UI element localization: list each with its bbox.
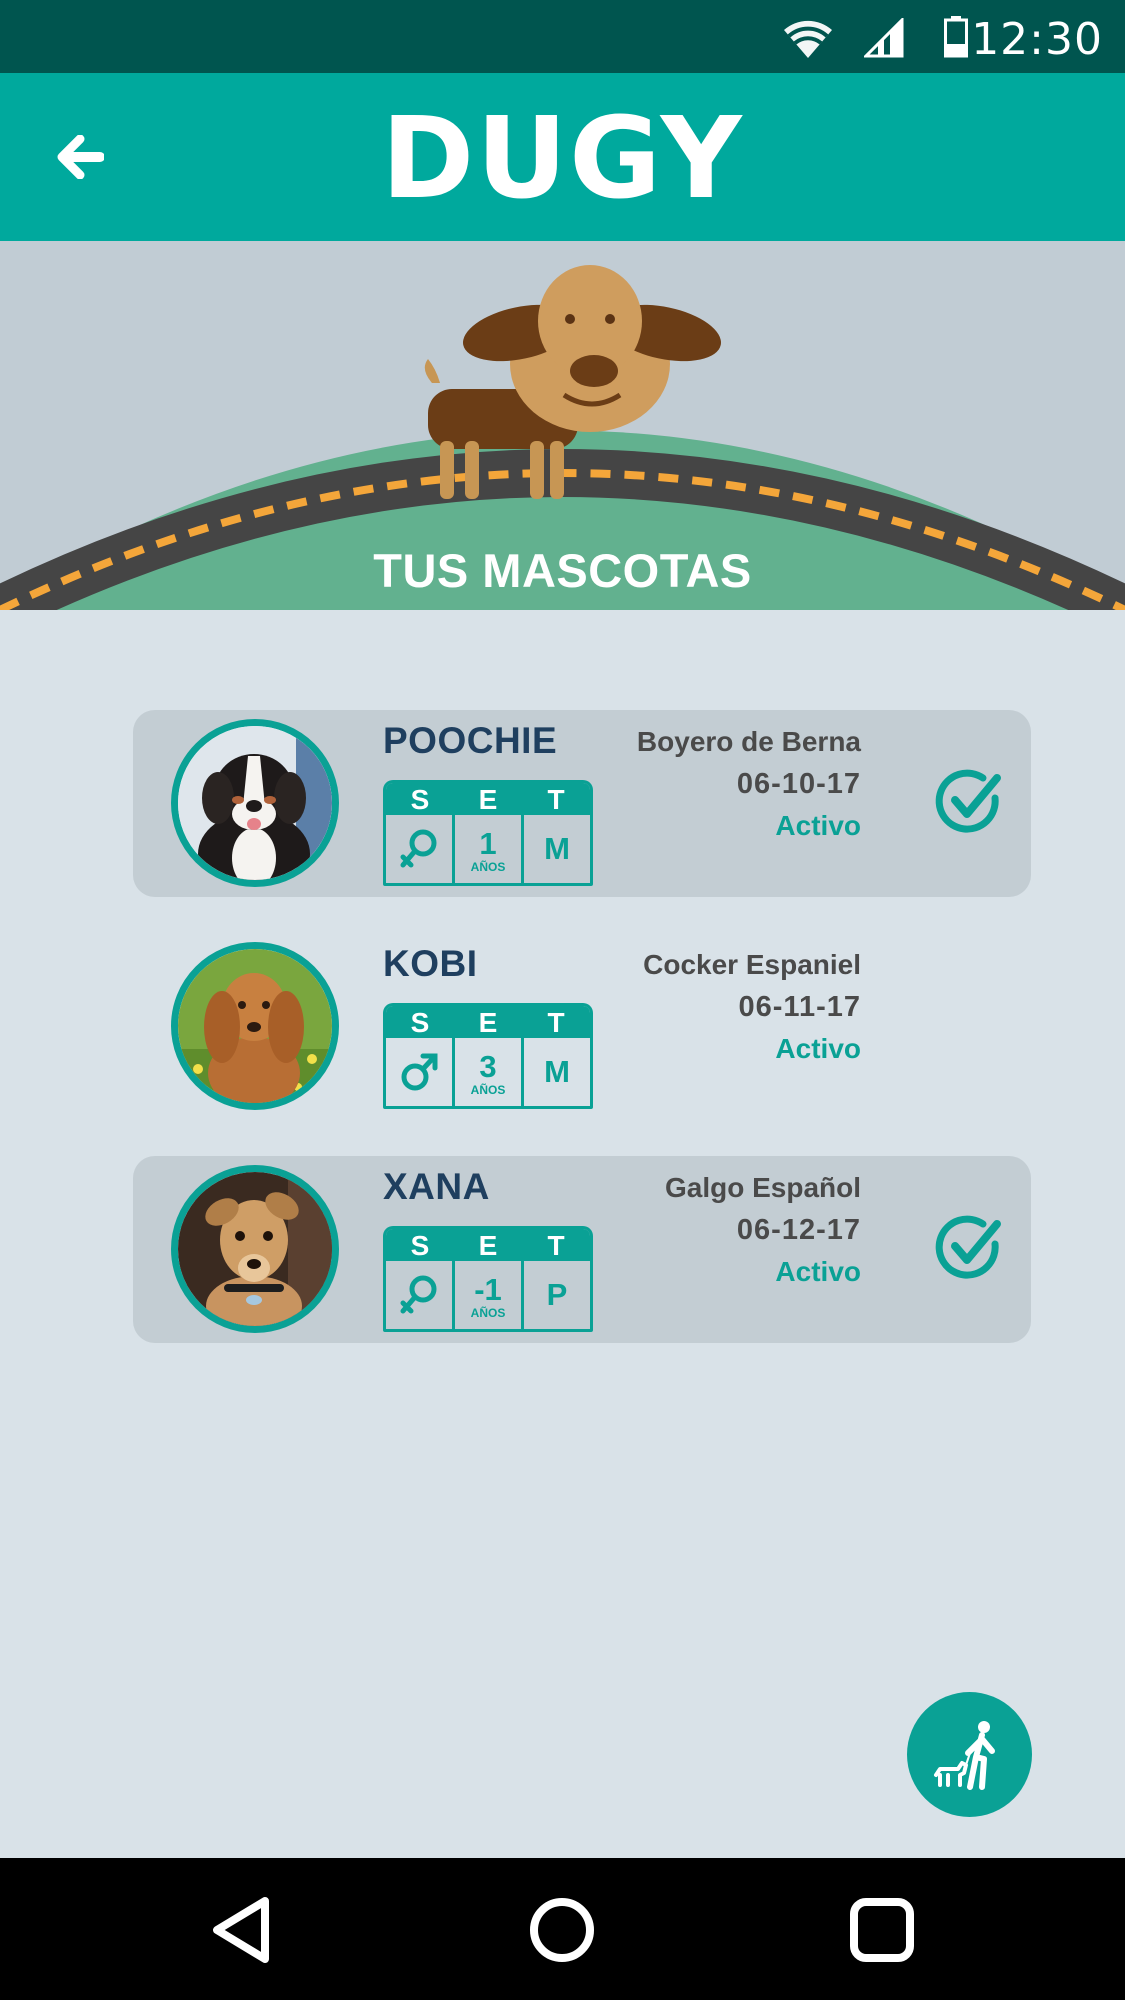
nav-recents-button[interactable]: [840, 1888, 924, 1972]
battery-icon: [944, 16, 968, 58]
status-bar: 12:30: [0, 0, 1125, 73]
pet-size: P: [546, 1277, 568, 1312]
pet-card-poochie[interactable]: POOCHIE S E T 1 AÑOS M Boyero de Berna 0…: [133, 710, 1031, 897]
pet-date: 06-12-17: [736, 1214, 861, 1246]
hero-banner: TUS MASCOTAS: [0, 241, 1125, 610]
pet-status: Activo: [775, 810, 861, 841]
nav-back-icon: [213, 1897, 269, 1963]
pet-breed: Boyero de Berna: [636, 726, 861, 757]
nav-back-button[interactable]: [200, 1888, 284, 1972]
pet-age: 1: [479, 826, 497, 861]
check-circle-icon: [935, 1215, 1001, 1279]
stats-header: S E T: [386, 1229, 590, 1261]
sex-cell: [386, 1038, 455, 1106]
stats-header-s: S: [410, 784, 430, 815]
stats-header-e: E: [478, 1007, 498, 1038]
stats-header-t: T: [547, 784, 565, 815]
stats-header-t: T: [547, 1230, 565, 1261]
age-unit: AÑOS: [470, 1306, 506, 1320]
stats-header: S E T: [386, 1006, 590, 1038]
system-nav-bar: [0, 1858, 1125, 2000]
stats-header-t: T: [547, 1007, 565, 1038]
age-cell: 3 AÑOS: [455, 1038, 524, 1106]
size-cell: P: [524, 1261, 590, 1329]
section-title: TUS MASCOTAS: [373, 544, 752, 597]
pet-photo: [178, 726, 332, 880]
check-circle-icon: [935, 769, 1001, 833]
pet-card-xana[interactable]: XANA S E T -1 AÑOS P Galgo Español 06-12…: [133, 1156, 1031, 1343]
app-logo-text: DUGY: [381, 94, 744, 224]
sex-cell: [386, 815, 455, 883]
nav-home-icon: [530, 1898, 594, 1962]
dog-walker-icon: [933, 1720, 995, 1790]
pet-stats-table: S E T 3 AÑOS M: [383, 1003, 593, 1109]
pet-avatar: [171, 719, 339, 887]
nav-recents-icon: [850, 1898, 914, 1962]
pet-card-kobi[interactable]: KOBI S E T 3 AÑOS M Cocker Espaniel 06-1…: [133, 933, 1031, 1120]
pet-photo: [178, 949, 332, 1103]
pet-date: 06-11-17: [738, 991, 861, 1023]
pet-size: M: [544, 1054, 570, 1089]
age-cell: -1 AÑOS: [455, 1261, 524, 1329]
pet-name: KOBI: [383, 943, 478, 984]
pet-age: 3: [479, 1049, 497, 1084]
pet-stats-table: S E T 1 AÑOS M: [383, 780, 593, 886]
male-icon: [401, 1053, 438, 1091]
pet-size: M: [544, 831, 570, 866]
size-cell: M: [524, 1038, 590, 1106]
pet-photo: [178, 1172, 332, 1326]
pet-date: 06-10-17: [736, 768, 861, 800]
pet-name: POOCHIE: [383, 720, 558, 761]
pet-status: Activo: [775, 1033, 861, 1064]
pet-breed: Cocker Espaniel: [643, 949, 861, 980]
signal-icon: [864, 18, 904, 58]
pet-breed: Galgo Español: [664, 1172, 861, 1203]
wifi-icon: [784, 20, 832, 58]
pet-age: -1: [474, 1272, 502, 1307]
stats-header-s: S: [410, 1230, 430, 1261]
pet-avatar: [171, 942, 339, 1110]
app-bar: DUGY: [0, 73, 1125, 241]
pet-stats-table: S E T -1 AÑOS P: [383, 1226, 593, 1332]
age-unit: AÑOS: [470, 860, 506, 874]
pet-name: XANA: [383, 1166, 490, 1207]
stats-header: S E T: [386, 783, 590, 815]
stats-header-e: E: [478, 1230, 498, 1261]
age-cell: 1 AÑOS: [455, 815, 524, 883]
walk-dog-fab[interactable]: [907, 1692, 1032, 1817]
age-unit: AÑOS: [470, 1083, 506, 1097]
pet-status: Activo: [775, 1256, 861, 1287]
clock: 12:30: [971, 14, 1103, 65]
stats-header-e: E: [478, 784, 498, 815]
female-icon: [400, 829, 437, 868]
female-icon: [400, 1275, 437, 1314]
nav-home-button[interactable]: [520, 1888, 604, 1972]
pet-avatar: [171, 1165, 339, 1333]
stats-header-s: S: [410, 1007, 430, 1038]
size-cell: M: [524, 815, 590, 883]
sex-cell: [386, 1261, 455, 1329]
